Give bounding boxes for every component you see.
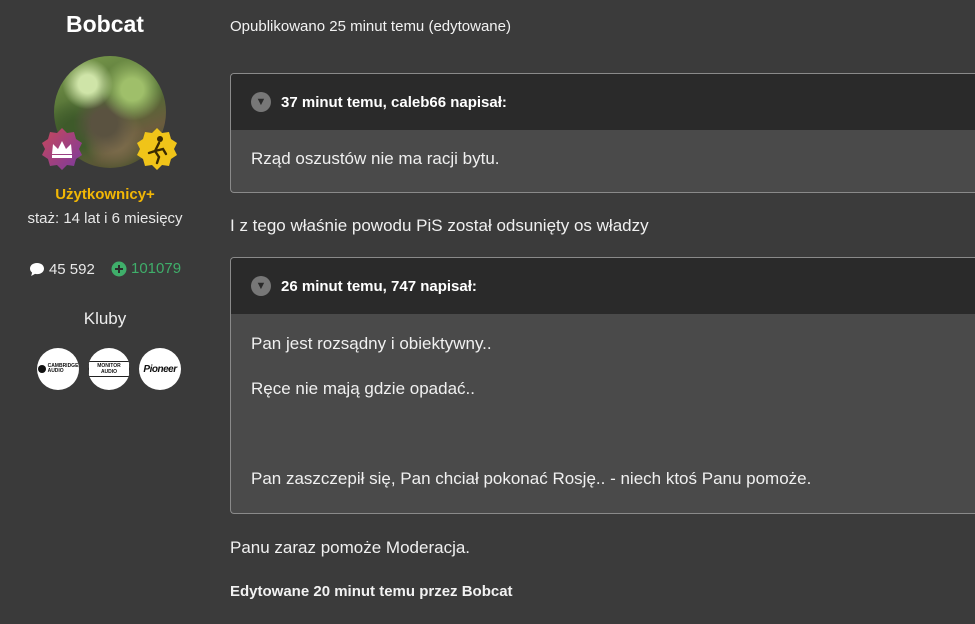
club-pioneer[interactable]: Pioneer [139, 348, 181, 390]
club-label: Pioneer [143, 363, 177, 375]
posts-count-value: 45 592 [48, 260, 95, 278]
quote-block: ▼ 37 minut temu, caleb66 napisał: Rząd o… [230, 73, 975, 193]
quote-header[interactable]: ▼ 26 minut temu, 747 napisał: [231, 258, 975, 314]
rank-crown-icon[interactable] [40, 127, 84, 171]
edit-notice: Edytowane 20 minut temu przez Bobcat [230, 583, 513, 600]
author-name-link[interactable]: Bobcat [0, 11, 210, 38]
post-content: Opublikowano 25 minut temu (edytowane) ▼… [230, 0, 975, 624]
reputation[interactable]: 101079 [111, 260, 181, 277]
quote-body: Rząd oszustów nie ma racji bytu. [231, 130, 975, 169]
chevron-down-icon[interactable]: ▼ [251, 92, 271, 112]
membership-tenure: staż: 14 lat i 6 miesięcy [27, 210, 183, 227]
quote-text: Rząd oszustów nie ma racji bytu. [251, 149, 500, 168]
clubs-list: CAMBRIDGE AUDIO MONITOR AUDIO Pioneer [37, 348, 181, 390]
author-panel: Bobcat Użytkownicy+ staż: 14 lat i 6 mie… [0, 0, 210, 624]
club-label: AUDIO [47, 368, 64, 374]
plus-circle-icon [111, 261, 127, 276]
quote-block: ▼ 26 minut temu, 747 napisał: Pan jest r… [230, 257, 975, 514]
quote-text: Ręce nie mają gdzie opadać.. [251, 379, 475, 398]
quote-text: Pan jest rozsądny i obiektywny.. [251, 334, 492, 353]
quote-body: Pan jest rozsądny i obiektywny.. Ręce ni… [231, 314, 975, 489]
club-label: MONITOR AUDIO [88, 361, 130, 377]
post-paragraph: I z tego właśnie powodu PiS został odsun… [230, 216, 649, 235]
quote-citation[interactable]: 26 minut temu, 747 napisał: [281, 278, 477, 295]
comment-icon [29, 262, 44, 276]
post-paragraph: Panu zaraz pomoże Moderacja. [230, 538, 471, 557]
posts-count: 45 592 [29, 261, 95, 278]
reputation-value: 101079 [131, 260, 182, 277]
chevron-down-icon[interactable]: ▼ [251, 276, 271, 296]
cambridge-logo-icon [37, 365, 46, 373]
quote-citation[interactable]: 37 minut temu, caleb66 napisał: [281, 94, 507, 111]
club-cambridge-audio[interactable]: CAMBRIDGE AUDIO [37, 348, 79, 390]
user-group: Użytkownicy+ [55, 186, 155, 203]
quote-text: Pan zaszczepił się, Pan chciał pokonać R… [251, 469, 812, 488]
clubs-title: Kluby [83, 309, 127, 328]
quote-header[interactable]: ▼ 37 minut temu, caleb66 napisał: [231, 74, 975, 130]
achievement-badge-icon[interactable] [135, 127, 179, 171]
author-stats: 45 592 101079 [0, 260, 210, 281]
post-published-meta[interactable]: Opublikowano 25 minut temu (edytowane) [230, 18, 511, 35]
club-monitor-audio[interactable]: MONITOR AUDIO [88, 348, 130, 390]
